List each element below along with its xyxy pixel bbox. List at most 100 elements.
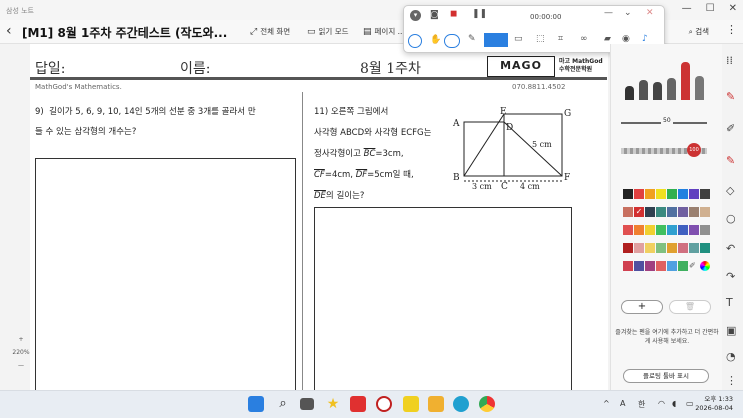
pen-type-6[interactable] — [695, 76, 704, 100]
color-swatch[interactable] — [667, 207, 677, 217]
color-swatch[interactable] — [656, 243, 666, 253]
color-swatch[interactable] — [689, 243, 699, 253]
color-swatch[interactable] — [645, 243, 655, 253]
color-swatch[interactable] — [678, 243, 688, 253]
read-mode-button[interactable]: ▭ 읽기 모드 — [307, 26, 349, 37]
maximize-icon[interactable]: ☐ — [706, 3, 715, 14]
color-swatch[interactable] — [634, 243, 644, 253]
color-swatch[interactable] — [700, 189, 710, 199]
color-swatch[interactable] — [645, 225, 655, 235]
region-select-icon[interactable] — [484, 33, 508, 47]
highlighter-icon[interactable]: ✎ — [726, 154, 735, 167]
pen-icon[interactable]: ✎ — [468, 34, 476, 44]
color-swatch[interactable] — [700, 225, 710, 235]
color-swatch[interactable] — [689, 207, 699, 217]
color-swatch[interactable] — [678, 225, 688, 235]
pen-type-selected[interactable] — [681, 62, 690, 100]
cursor-highlight-icon[interactable] — [408, 34, 422, 48]
color-swatch[interactable] — [667, 225, 677, 235]
color-swatch[interactable] — [634, 261, 644, 271]
color-swatch[interactable] — [623, 225, 633, 235]
page-button[interactable]: ▤ 페이지 ... — [363, 26, 405, 37]
color-swatch[interactable] — [656, 207, 666, 217]
collapse-icon[interactable]: ▾ — [410, 10, 421, 21]
color-swatch[interactable] — [645, 189, 655, 199]
color-swatch[interactable] — [623, 207, 633, 217]
zoom-in-button[interactable]: + — [6, 333, 36, 346]
pen-type-1[interactable] — [625, 86, 634, 100]
close-icon[interactable]: ✕ — [729, 3, 737, 14]
pause-icon[interactable]: ❚❚ — [472, 9, 487, 19]
battery-icon[interactable]: ▭ — [686, 399, 694, 408]
text-tool-icon[interactable]: T — [726, 296, 733, 309]
audio-tool-icon[interactable]: ◔ — [726, 350, 736, 363]
color-swatch[interactable] — [634, 189, 644, 199]
task-view-icon[interactable] — [300, 398, 314, 410]
selected-color-check-icon[interactable]: ✓ — [634, 207, 644, 217]
color-swatch[interactable] — [667, 261, 677, 271]
color-swatch[interactable] — [656, 225, 666, 235]
color-swatch[interactable] — [623, 261, 633, 271]
image-tool-icon[interactable]: ▣ — [726, 324, 736, 337]
search-button[interactable]: ⌕ 검색 — [689, 26, 709, 37]
color-swatch[interactable] — [634, 225, 644, 235]
fullscreen-button[interactable]: ⤢ 전체 화면 — [250, 26, 290, 37]
color-swatch[interactable] — [700, 207, 710, 217]
brush-tool-icon[interactable]: ✐ — [726, 122, 735, 135]
color-swatch[interactable] — [700, 243, 710, 253]
more-tools-icon[interactable]: ⋮ — [726, 374, 737, 387]
record-icon[interactable]: ◼ — [450, 9, 457, 19]
chevron-up-icon[interactable]: ^ — [603, 399, 610, 408]
opacity-value[interactable]: 100 — [687, 143, 701, 157]
delete-favorite-pen-button[interactable]: 🗑 — [669, 300, 711, 314]
camera-icon[interactable]: ◙ — [430, 10, 439, 20]
color-swatch[interactable] — [623, 189, 633, 199]
chevron-down-icon[interactable]: ⌄ — [624, 8, 632, 18]
volume-icon[interactable]: ◖ — [672, 399, 676, 408]
chrome-browser-icon[interactable] — [479, 396, 495, 412]
window-select-icon[interactable]: ▭ — [514, 34, 523, 44]
wifi-icon[interactable]: ◠ — [658, 399, 665, 408]
hand-icon[interactable]: ✋ — [430, 35, 441, 45]
eraser-icon[interactable]: ◇ — [726, 184, 734, 197]
color-swatch[interactable] — [678, 261, 688, 271]
notes-app-icon[interactable] — [350, 396, 366, 412]
color-swatch[interactable] — [678, 207, 688, 217]
minimize-recorder-icon[interactable]: — — [604, 8, 613, 18]
minimize-icon[interactable]: — — [682, 3, 692, 14]
close-recorder-icon[interactable]: ✕ — [646, 8, 654, 18]
color-swatch[interactable] — [678, 189, 688, 199]
kakaotalk-icon[interactable] — [403, 396, 419, 412]
eyedropper-icon[interactable]: ✐ — [689, 261, 699, 271]
webcam-icon[interactable]: ◉ — [622, 34, 630, 44]
fullscreen-select-icon[interactable]: ⬚ — [536, 34, 545, 44]
color-swatch[interactable] — [667, 189, 677, 199]
floating-toolbar-button[interactable]: 플로팅 툴바 표시 — [623, 369, 709, 383]
lasso-icon[interactable]: ○ — [726, 212, 736, 225]
color-swatch[interactable] — [645, 261, 655, 271]
edge-browser-icon[interactable] — [453, 396, 469, 412]
file-explorer-icon[interactable] — [428, 396, 444, 412]
color-swatch[interactable] — [667, 243, 677, 253]
color-wheel-icon[interactable] — [700, 261, 710, 271]
toggle-icon[interactable] — [444, 34, 460, 48]
color-swatch[interactable] — [689, 189, 699, 199]
more-menu-icon[interactable]: ⋮ — [726, 23, 737, 36]
link-icon[interactable]: ∞ — [580, 34, 588, 44]
system-clock[interactable]: 오후 1:33 2026-08-04 — [695, 395, 733, 413]
language-indicator[interactable]: 한 — [638, 399, 645, 410]
folder-icon[interactable]: ▰ — [604, 34, 611, 44]
grid-icon[interactable]: ⁞⁞ — [726, 54, 733, 67]
back-arrow-icon[interactable]: ‹ — [6, 23, 12, 39]
search-taskbar-icon[interactable]: ⌕ — [275, 396, 291, 412]
redo-icon[interactable]: ↷ — [726, 270, 735, 283]
worksheet-page[interactable]: 답일: 이름: 8월 1주차 MAGO 마고 MathGod 수학전문학원 Mat… — [30, 44, 608, 390]
add-favorite-pen-button[interactable]: + — [621, 300, 663, 314]
undo-icon[interactable]: ↶ — [726, 242, 735, 255]
color-swatch[interactable] — [689, 225, 699, 235]
crop-icon[interactable]: ⌗ — [558, 34, 563, 44]
q11-answer-box[interactable] — [314, 207, 572, 390]
zoom-out-button[interactable]: — — [6, 359, 36, 372]
color-swatch[interactable] — [656, 189, 666, 199]
color-swatch[interactable] — [645, 207, 655, 217]
